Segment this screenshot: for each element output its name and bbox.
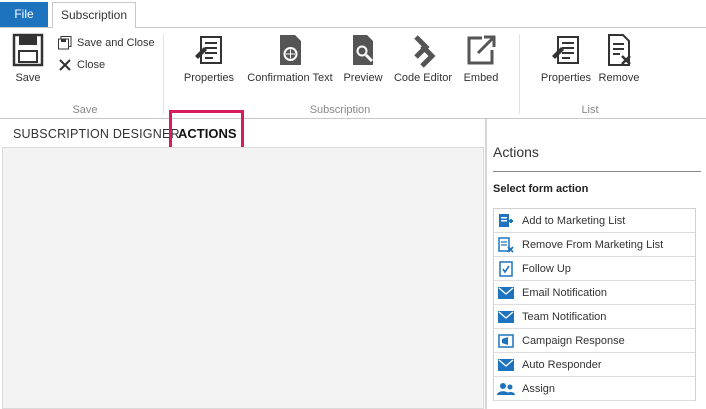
ribbon-tab-bar: File Subscription [0,0,706,28]
properties-icon [552,36,579,64]
action-email-notification[interactable]: Email Notification [494,281,695,305]
action-campaign-response[interactable]: Campaign Response [494,329,695,353]
action-label: Follow Up [522,262,571,275]
email-icon [497,309,515,325]
preview-icon [353,35,374,65]
properties-icon [195,36,222,64]
subscription-tab[interactable]: Subscription [52,2,136,28]
file-tab[interactable]: File [0,2,48,27]
remove-icon [608,34,631,66]
properties-label: Properties [183,72,235,84]
action-label: Add to Marketing List [522,214,626,227]
action-add-to-marketing-list[interactable]: Add to Marketing List [494,209,695,233]
action-label: Assign [522,382,556,395]
list-properties-button[interactable]: Properties [540,32,592,94]
remove-list-icon [497,236,515,253]
confirmation-text-icon [280,35,301,65]
group-label-save: Save [72,104,98,116]
remove-button[interactable]: Remove [598,32,640,94]
save-and-close-icon [58,36,72,50]
group-label-list: List [581,104,599,116]
close-icon [59,59,71,71]
action-label: Email Notification [522,286,607,299]
preview-button[interactable]: Preview [343,32,383,94]
action-label: Remove From Marketing List [522,238,664,251]
ribbon: Save Save and Close Close Save Propertie… [0,27,706,119]
action-assign[interactable]: Assign [494,377,695,401]
email-icon [497,357,515,373]
action-label: Campaign Response [522,334,625,347]
properties-button[interactable]: Properties [183,32,235,94]
group-label-subscription: Subscription [309,104,371,116]
code-editor-button[interactable]: Code Editor [393,32,453,94]
save-label: Save [15,72,41,84]
remove-label: Remove [598,72,640,84]
action-label: Team Notification [522,310,607,323]
preview-label: Preview [343,72,383,84]
save-icon [12,33,44,67]
list-properties-label: Properties [540,72,592,84]
ribbon-separator [163,34,164,114]
email-icon [497,285,515,301]
embed-label: Embed [463,72,499,84]
actions-panel: Actions Select form action Add to Market… [487,119,706,409]
panel-title: Actions [493,144,539,160]
assign-icon [497,381,515,397]
panel-subtitle: Select form action [493,183,589,195]
embed-icon [467,35,496,65]
save-and-close-button[interactable]: Save and Close [58,36,155,50]
code-editor-label: Code Editor [393,72,453,84]
action-follow-up[interactable]: Follow Up [494,257,695,281]
action-list: Add to Marketing List Remove From Market… [493,208,696,401]
action-label: Auto Responder [522,358,602,371]
save-button[interactable]: Save [8,32,48,94]
ribbon-separator [519,34,520,114]
code-editor-icon [414,35,436,68]
follow-up-icon [497,260,515,277]
close-button[interactable]: Close [58,58,105,72]
add-list-icon [497,213,515,229]
embed-button[interactable]: Embed [461,32,501,94]
panel-divider [493,171,701,172]
action-remove-from-marketing-list[interactable]: Remove From Marketing List [494,233,695,257]
campaign-icon [497,333,515,349]
close-label: Close [77,59,106,71]
designer-canvas[interactable] [2,147,484,409]
action-team-notification[interactable]: Team Notification [494,305,695,329]
confirmation-text-label: Confirmation Text [247,72,333,84]
confirmation-text-button[interactable]: Confirmation Text [246,32,334,94]
tab-subscription-designer[interactable]: SUBSCRIPTION DESIGNER [13,127,180,141]
action-auto-responder[interactable]: Auto Responder [494,353,695,377]
save-and-close-label: Save and Close [77,37,155,49]
